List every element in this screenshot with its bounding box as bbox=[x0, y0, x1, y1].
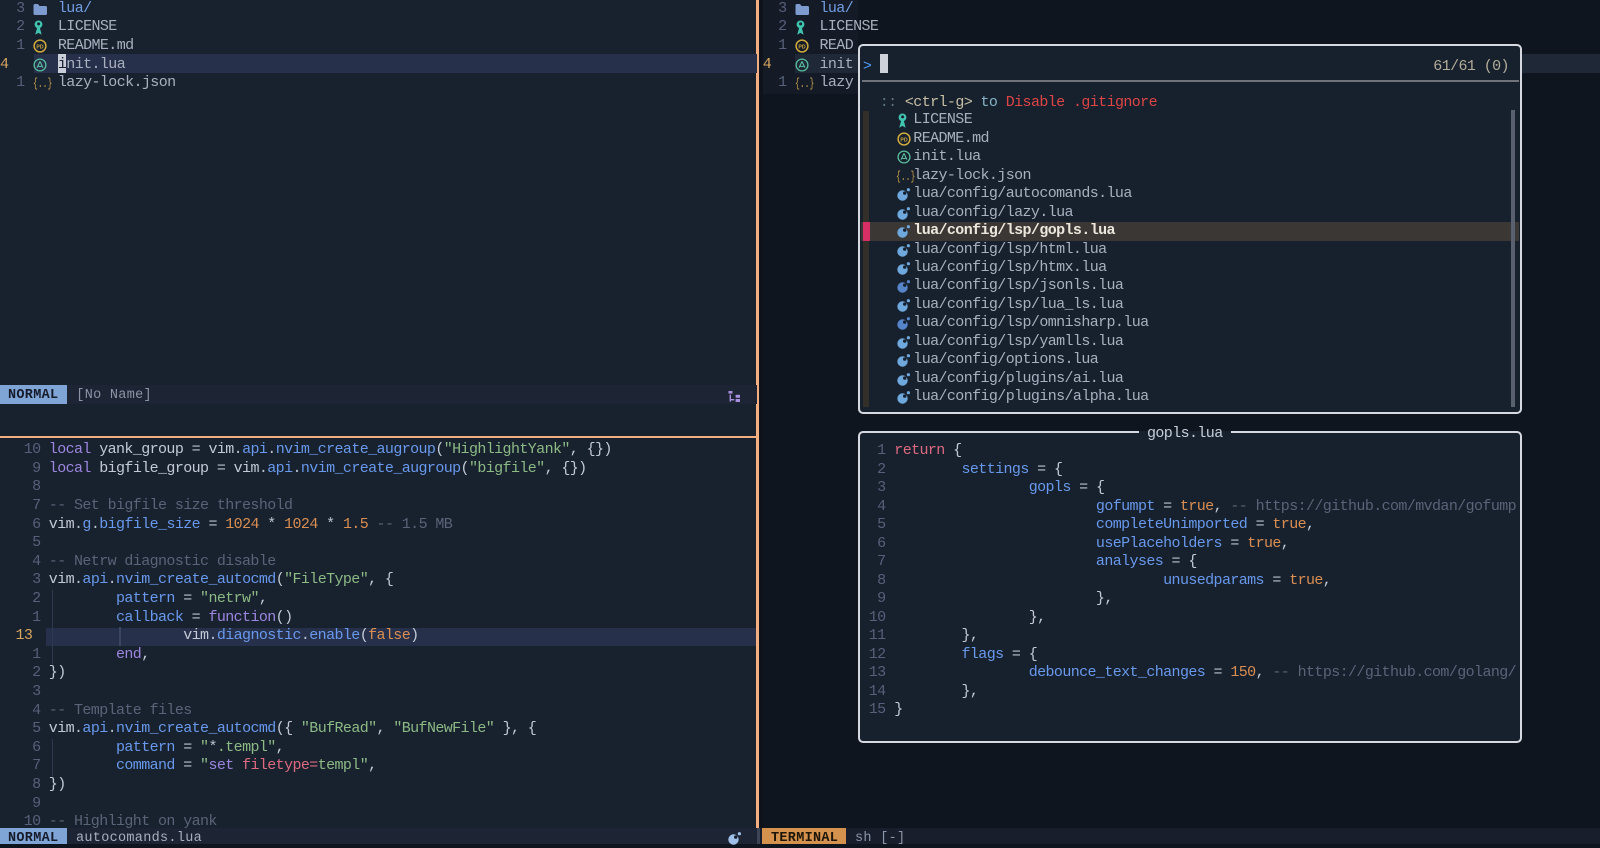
svg-text:PD: PD bbox=[798, 44, 805, 50]
svg-text:PD: PD bbox=[900, 137, 907, 143]
svg-text:PD: PD bbox=[36, 44, 43, 50]
